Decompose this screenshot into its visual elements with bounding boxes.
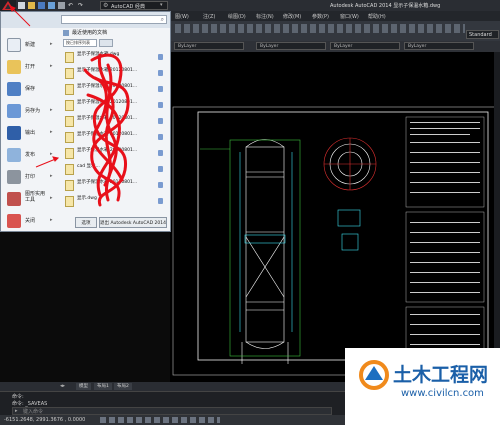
command-prompt-icon: ▸ bbox=[15, 408, 18, 414]
nav-arrows-icon[interactable]: ◂▸ bbox=[60, 383, 74, 390]
watermark: 土木工程网 www.civilcn.com bbox=[345, 348, 500, 425]
watermark-brand: 土木工程网 bbox=[393, 364, 489, 386]
civilcn-logo-icon bbox=[359, 360, 389, 390]
watermark-url: www.civilcn.com bbox=[401, 388, 484, 399]
command-placeholder: 键入命令 bbox=[23, 409, 44, 415]
command-history-line: 命令: _SAVEAS bbox=[12, 401, 48, 407]
status-toggles[interactable] bbox=[100, 417, 220, 423]
tab-layout1[interactable]: 布局1 bbox=[94, 383, 112, 390]
tab-layout2[interactable]: 布局2 bbox=[114, 383, 132, 390]
coordinate-readout: -6151.2648, 2991.3676 , 0.0000 bbox=[4, 417, 86, 423]
tab-model[interactable]: 模型 bbox=[76, 383, 91, 390]
command-history: 命令: bbox=[12, 394, 24, 400]
command-input[interactable]: ▸ 键入命令 bbox=[12, 407, 332, 415]
